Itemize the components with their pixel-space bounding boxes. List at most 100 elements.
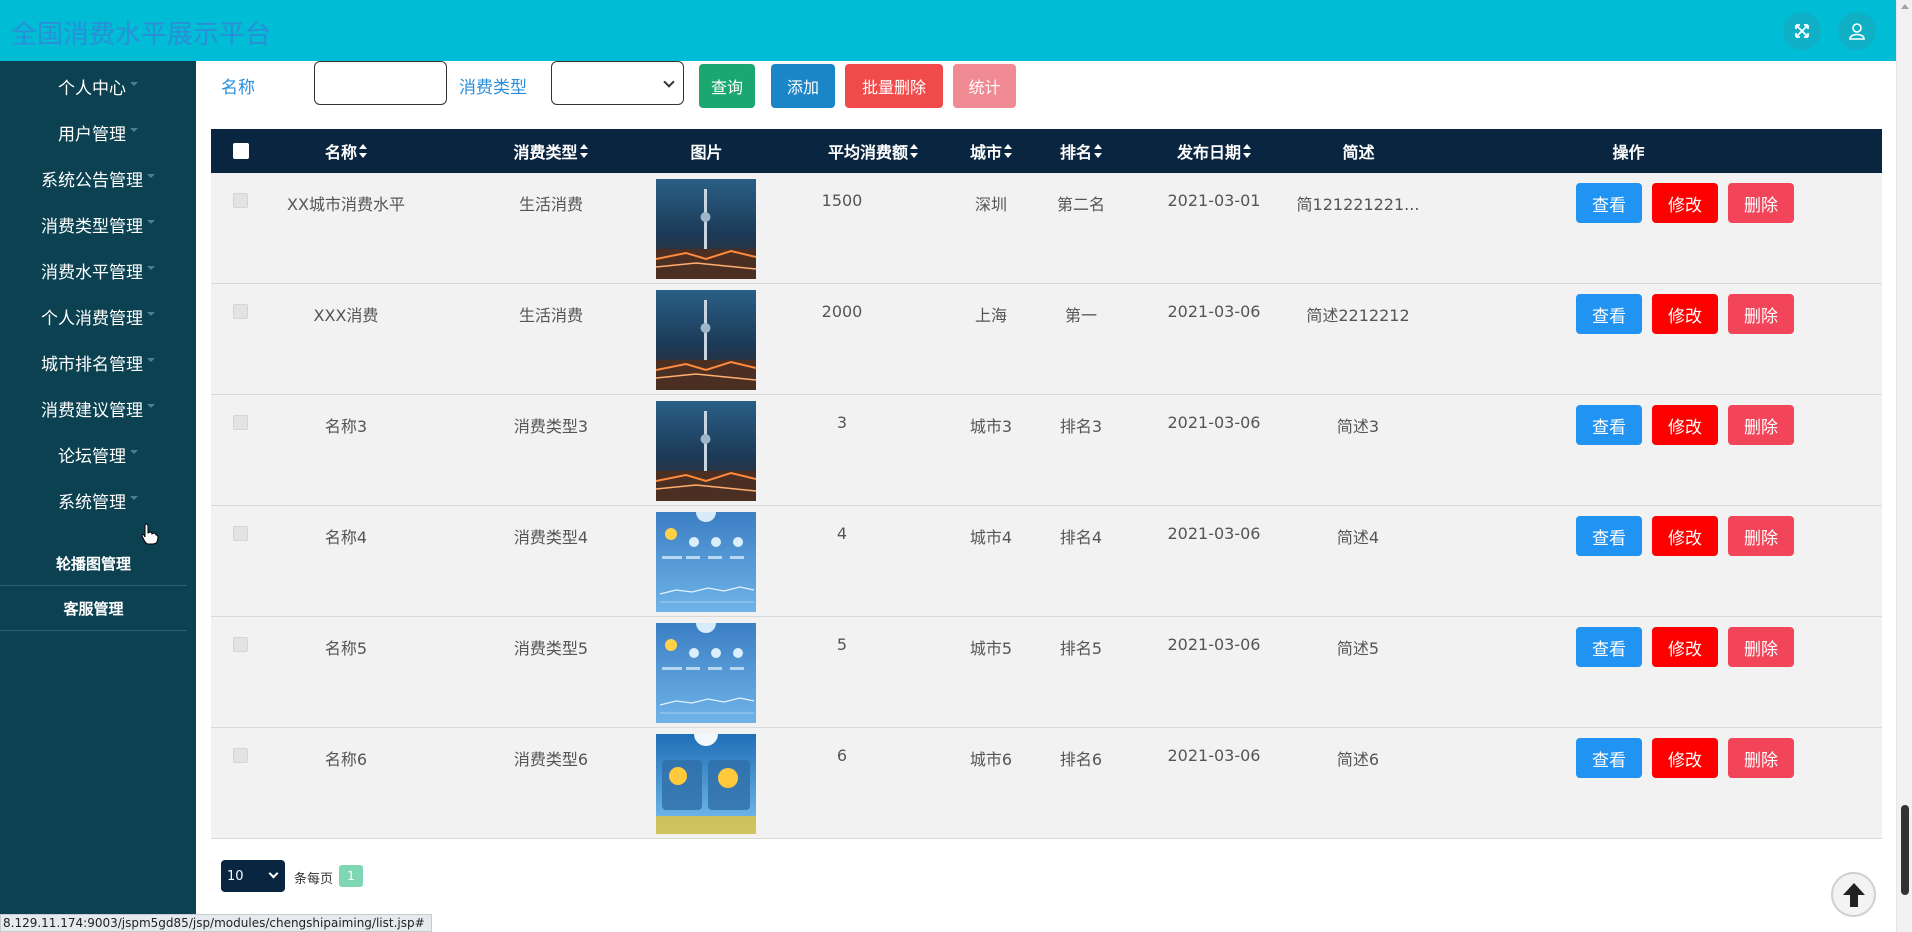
sidebar-item-label: 论坛管理	[58, 446, 126, 467]
sidebar-item-announcements[interactable]: 系统公告管理	[0, 158, 196, 198]
fullscreen-button[interactable]	[1783, 12, 1821, 50]
edit-button[interactable]: 修改	[1652, 627, 1718, 667]
sort-icon	[1243, 144, 1251, 158]
row-image[interactable]	[656, 290, 756, 390]
row-image[interactable]	[656, 179, 756, 279]
cell-city: 城市3	[969, 417, 1013, 436]
chevron-down-icon	[663, 76, 675, 88]
batch-delete-button[interactable]: 批量删除	[845, 64, 943, 108]
th-date[interactable]: 发布日期	[1159, 129, 1269, 173]
type-select[interactable]	[551, 61, 684, 105]
delete-button[interactable]: 删除	[1728, 405, 1794, 445]
arrow-up-icon	[1842, 882, 1865, 907]
scrollbar-thumb[interactable]	[1901, 805, 1909, 895]
th-avg[interactable]: 平均消费额	[818, 129, 928, 173]
sidebar-item-consumption-types[interactable]: 消费类型管理	[0, 204, 196, 244]
view-button[interactable]: 查看	[1576, 183, 1642, 223]
row-checkbox[interactable]	[233, 415, 248, 430]
caret-down-icon	[147, 404, 155, 408]
edit-button[interactable]: 修改	[1652, 738, 1718, 778]
sidebar-item-label: 消费建议管理	[41, 400, 143, 421]
sidebar-subitem-label: 客服管理	[63, 600, 124, 618]
sidebar-item-users[interactable]: 用户管理	[0, 112, 196, 152]
sidebar-item-consumption-levels[interactable]: 消费水平管理	[0, 250, 196, 290]
th-type[interactable]: 消费类型	[503, 129, 598, 173]
sort-icon	[1094, 144, 1102, 158]
cell-rank: 排名4	[1059, 528, 1103, 547]
sidebar-subitem-customer-service[interactable]: 客服管理	[0, 587, 187, 631]
cell-name: 名称4	[324, 528, 368, 547]
sidebar-subitem-carousel[interactable]: 轮播图管理	[0, 542, 187, 586]
table-row: 名称4 消费类型4 4 城市4 排名4 2021-03-06 简述4 查看 修改…	[211, 506, 1882, 617]
type-label: 消费类型	[459, 78, 527, 98]
sidebar-item-forum[interactable]: 论坛管理	[0, 434, 196, 474]
cell-desc: 简述4	[1336, 528, 1380, 547]
table-row: 名称5 消费类型5 5 城市5 排名5 2021-03-06 简述5 查看 修改…	[211, 617, 1882, 728]
cell-city: 城市4	[969, 528, 1013, 547]
cell-avg: 6	[836, 746, 848, 765]
cell-desc: 简述5	[1336, 639, 1380, 658]
cell-rank: 第二名	[1056, 195, 1105, 214]
row-checkbox[interactable]	[233, 748, 248, 763]
cell-desc: 简述6	[1336, 750, 1380, 769]
page-size-select[interactable]: 10	[221, 860, 285, 892]
th-name[interactable]: 名称	[306, 129, 386, 173]
view-button[interactable]: 查看	[1576, 627, 1642, 667]
user-button[interactable]	[1838, 12, 1876, 50]
cell-name: XXX消费	[313, 306, 379, 325]
edit-button[interactable]: 修改	[1652, 405, 1718, 445]
sidebar-item-city-ranking[interactable]: 城市排名管理	[0, 342, 196, 382]
row-image[interactable]	[656, 623, 756, 723]
sidebar-item-system[interactable]: 系统管理	[0, 480, 196, 520]
th-city[interactable]: 城市	[961, 129, 1021, 173]
sidebar-item-consumption-advice[interactable]: 消费建议管理	[0, 388, 196, 428]
cell-name: XX城市消费水平	[287, 195, 405, 214]
chevron-down-icon	[268, 868, 279, 879]
delete-button[interactable]: 删除	[1728, 294, 1794, 334]
name-input[interactable]	[314, 61, 447, 105]
cell-avg: 2000	[821, 302, 863, 321]
sort-icon	[359, 144, 367, 158]
add-button[interactable]: 添加	[771, 64, 835, 108]
caret-down-icon	[130, 450, 138, 454]
select-all-checkbox[interactable]	[233, 143, 249, 159]
th-rank[interactable]: 排名	[1051, 129, 1111, 173]
stats-button[interactable]: 统计	[953, 64, 1016, 108]
cell-name: 名称3	[324, 417, 368, 436]
delete-button[interactable]: 删除	[1728, 183, 1794, 223]
user-icon	[1849, 23, 1865, 40]
cell-rank: 排名6	[1059, 750, 1103, 769]
table-header: 名称 消费类型 图片 平均消费额 城市 排名 发布日期 简述 操作	[211, 129, 1882, 173]
cell-date: 2021-03-06	[1167, 524, 1261, 543]
cell-avg: 1500	[821, 191, 863, 210]
view-button[interactable]: 查看	[1576, 294, 1642, 334]
row-checkbox[interactable]	[233, 304, 248, 319]
scroll-up-arrow-icon[interactable]	[1901, 4, 1909, 9]
row-checkbox[interactable]	[233, 193, 248, 208]
row-image[interactable]	[656, 401, 756, 501]
city-night-image	[656, 179, 756, 279]
delete-button[interactable]: 删除	[1728, 627, 1794, 667]
sidebar-item-label: 系统公告管理	[41, 170, 143, 191]
view-button[interactable]: 查看	[1576, 516, 1642, 556]
edit-button[interactable]: 修改	[1652, 294, 1718, 334]
edit-button[interactable]: 修改	[1652, 183, 1718, 223]
delete-button[interactable]: 删除	[1728, 516, 1794, 556]
view-button[interactable]: 查看	[1576, 405, 1642, 445]
sidebar: 个人中心 用户管理 系统公告管理 消费类型管理 消费水平管理 个人消费管理 城市…	[0, 61, 196, 932]
cell-name: 名称6	[324, 750, 368, 769]
row-checkbox[interactable]	[233, 526, 248, 541]
delete-button[interactable]: 删除	[1728, 738, 1794, 778]
back-to-top-button[interactable]	[1831, 872, 1876, 917]
edit-button[interactable]: 修改	[1652, 516, 1718, 556]
page-scrollbar[interactable]	[1896, 0, 1912, 932]
query-button[interactable]: 查询	[699, 64, 755, 108]
view-button[interactable]: 查看	[1576, 738, 1642, 778]
table-row: XX城市消费水平 生活消费 1500 深圳 第二名 2021-03-01 简12…	[211, 173, 1882, 284]
page-number-button[interactable]: 1	[339, 865, 363, 887]
sidebar-item-personal-center[interactable]: 个人中心	[0, 66, 196, 106]
row-image[interactable]	[656, 512, 756, 612]
row-checkbox[interactable]	[233, 637, 248, 652]
sidebar-item-personal-consumption[interactable]: 个人消费管理	[0, 296, 196, 336]
row-image[interactable]	[656, 734, 756, 834]
